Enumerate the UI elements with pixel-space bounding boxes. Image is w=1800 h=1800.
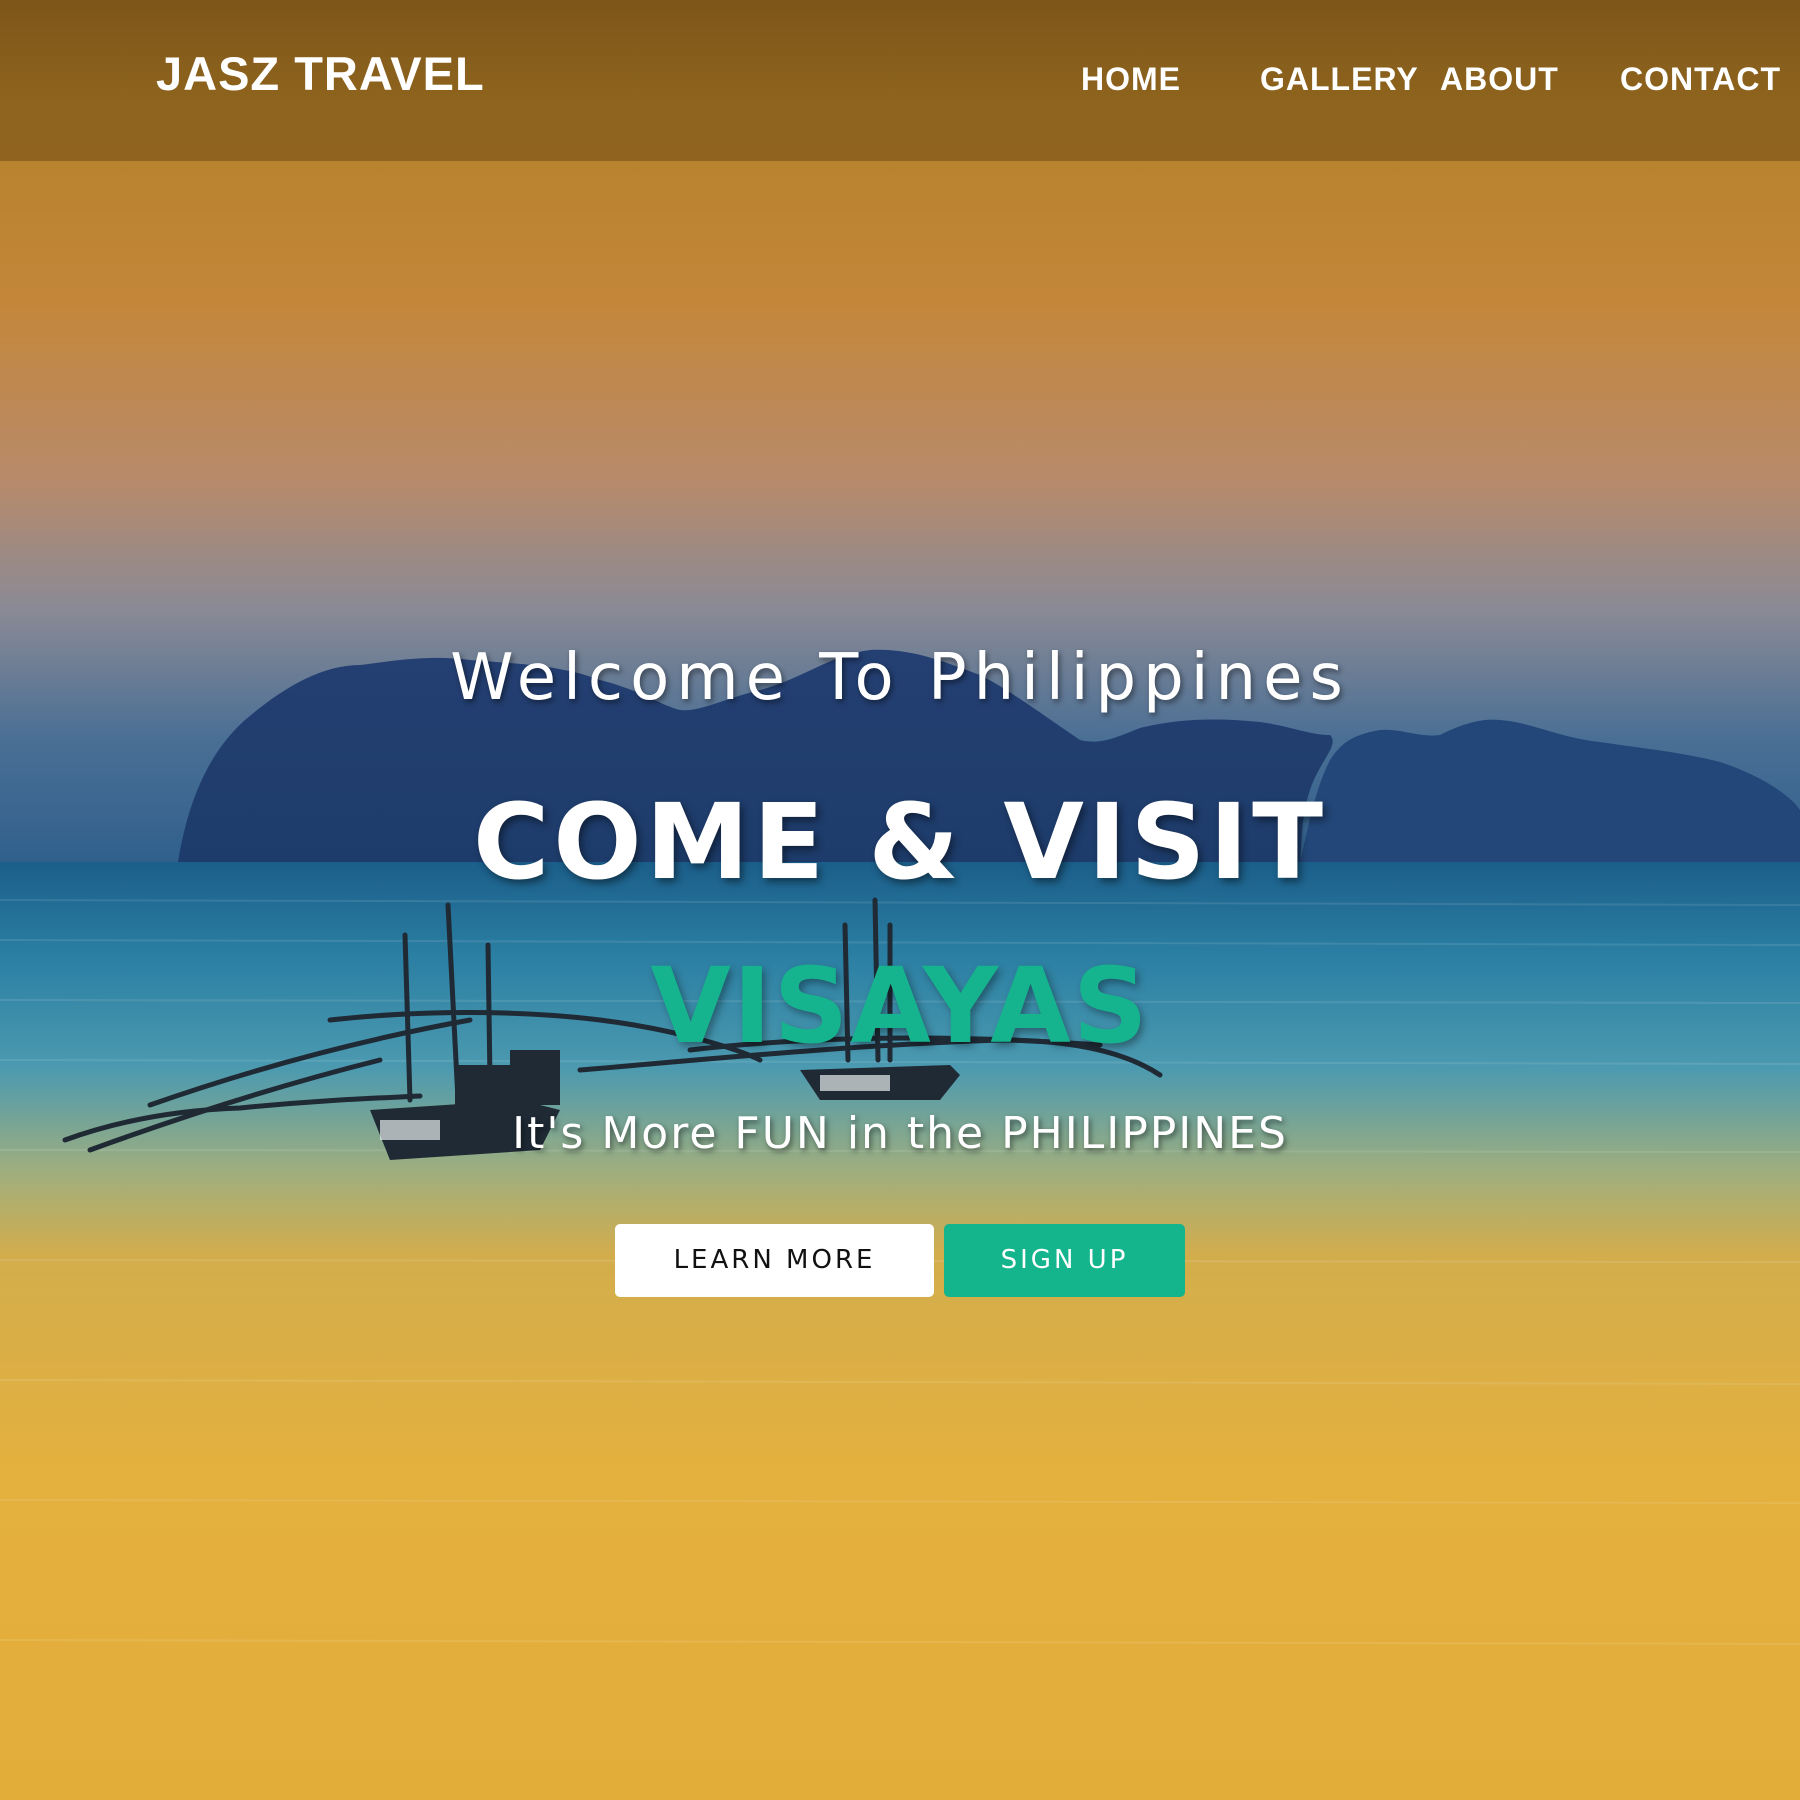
learn-more-button[interactable]: LEARN MORE	[615, 1224, 934, 1297]
landing-page: JASZ TRAVEL HOME GALLERY ABOUT CONTACT W…	[0, 0, 1800, 1800]
hero-tagline: It's More FUN in the PHILIPPINES	[512, 1108, 1288, 1159]
hero-content: Welcome To Philippines COME & VISIT VISA…	[0, 0, 1800, 1800]
hero-destination: VISAYAS	[650, 945, 1150, 1067]
hero-headline: COME & VISIT	[472, 781, 1328, 903]
sign-up-button[interactable]: SIGN UP	[944, 1224, 1185, 1297]
hero-welcome-text: Welcome To Philippines	[450, 641, 1350, 715]
